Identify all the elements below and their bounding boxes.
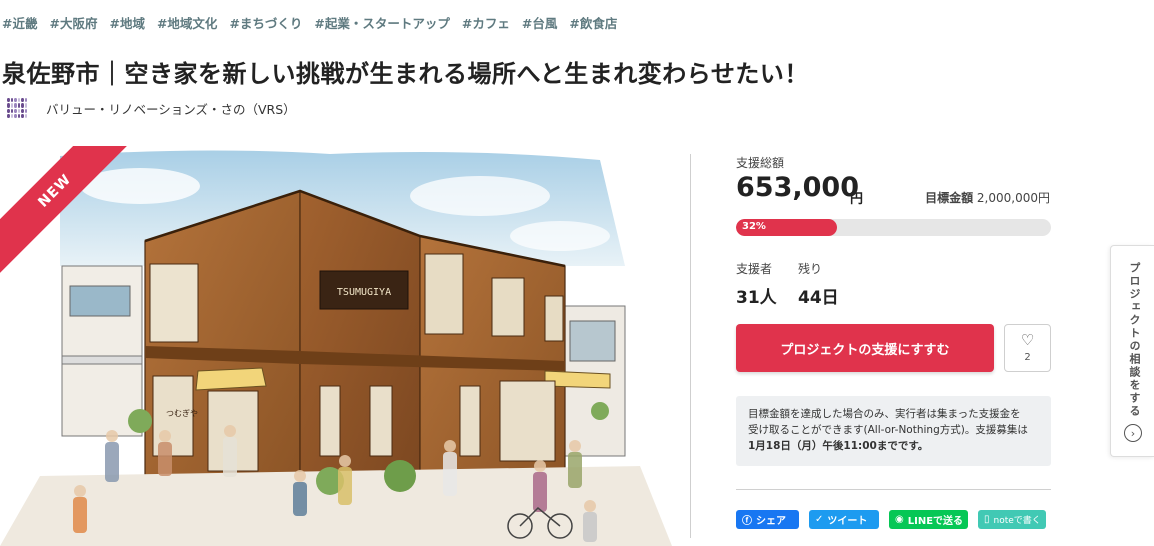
owner-logo-icon xyxy=(5,96,29,120)
remaining-value: 44日 xyxy=(798,288,839,308)
building-illustration: TSUMUGIYA つむぎや xyxy=(0,150,672,546)
note-share-button[interactable]: ▯ noteで書く xyxy=(978,510,1046,529)
facebook-icon: ⓕ xyxy=(742,516,752,527)
remaining-label: 残り xyxy=(798,262,823,276)
goal-amount: 目標金額 2,000,000円 xyxy=(925,189,1050,206)
notice-line: 1月18日（月）午後11:00までです。 xyxy=(748,438,1039,454)
project-owner[interactable]: バリュー・リノベーションズ・さの（VRS） xyxy=(5,96,296,120)
chevron-right-icon: › xyxy=(1124,424,1142,442)
all-or-nothing-notice: 目標金額を達成した場合のみ、実行者は集まった支援金を 受け取ることができます(A… xyxy=(736,396,1051,466)
notice-line: 受け取ることができます(All-or-Nothing方式)。支援募集は xyxy=(748,424,1028,436)
tag-link[interactable]: #まちづくり xyxy=(229,13,302,32)
share-buttons: ⓕ シェア ✓ ツイート ◉ LINEで送る ▯ noteで書く xyxy=(736,510,1046,529)
supporters-stat: 支援者 31人 xyxy=(736,260,777,308)
consult-side-tab[interactable]: プロジェクトの相談をする › xyxy=(1110,245,1154,457)
store-sign-text: TSUMUGIYA xyxy=(337,287,391,298)
line-share-label: LINEで送る xyxy=(907,516,964,527)
facebook-share-button[interactable]: ⓕ シェア xyxy=(736,510,799,529)
favorite-count: 2 xyxy=(1024,352,1031,363)
tag-list: #近畿 #大阪府 #地域 #地域文化 #まちづくり #起業・スタートアップ #カ… xyxy=(2,13,617,32)
supporters-value: 31人 xyxy=(736,288,777,308)
note-icon: ▯ xyxy=(984,514,990,525)
progress-bar: 32% xyxy=(736,219,1051,236)
horizontal-divider xyxy=(736,489,1051,490)
deadline-text: 1月18日（月）午後11:00までです。 xyxy=(748,440,929,452)
facebook-share-label: シェア xyxy=(756,516,786,527)
project-title: 泉佐野市｜空き家を新しい挑戦が生まれる場所へと生まれ変わらせたい！ xyxy=(2,60,809,88)
tag-link[interactable]: #地域 xyxy=(109,13,144,32)
line-share-button[interactable]: ◉ LINEで送る xyxy=(889,510,968,529)
remaining-stat: 残り 44日 xyxy=(798,260,839,308)
heart-icon: ♡ xyxy=(1020,331,1035,349)
tag-link[interactable]: #地域文化 xyxy=(157,13,217,32)
supporters-label: 支援者 xyxy=(736,262,773,276)
project-hero-image: TSUMUGIYA つむぎや NEW xyxy=(0,146,672,546)
tag-link[interactable]: #台風 xyxy=(522,13,557,32)
tag-link[interactable]: #カフェ xyxy=(462,13,510,32)
tag-link[interactable]: #飲食店 xyxy=(569,13,617,32)
vertical-divider xyxy=(690,154,691,538)
twitter-share-button[interactable]: ✓ ツイート xyxy=(809,510,879,529)
tag-link[interactable]: #起業・スタートアップ xyxy=(314,13,449,32)
tag-link[interactable]: #大阪府 xyxy=(49,13,97,32)
consult-tab-label: プロジェクトの相談をする xyxy=(1128,262,1141,418)
note-share-label: noteで書く xyxy=(993,516,1041,526)
twitter-bird-icon: ✓ xyxy=(815,514,824,525)
goal-value: 2,000,000円 xyxy=(976,191,1050,205)
total-amount: 653,000 xyxy=(736,172,859,203)
favorite-button[interactable]: ♡ 2 xyxy=(1004,324,1051,372)
support-project-button[interactable]: プロジェクトの支援にすすむ xyxy=(736,324,994,372)
total-label: 支援総額 xyxy=(736,156,785,170)
goal-label: 目標金額 xyxy=(925,191,974,205)
twitter-share-label: ツイート xyxy=(827,516,868,527)
notice-line: 目標金額を達成した場合のみ、実行者は集まった支援金を xyxy=(748,408,1021,420)
small-sign-text: つむぎや xyxy=(166,408,198,418)
progress-percent: 32% xyxy=(742,221,766,232)
currency-unit: 円 xyxy=(850,192,864,207)
line-icon: ◉ xyxy=(895,514,904,525)
tag-link[interactable]: #近畿 xyxy=(2,13,37,32)
owner-name[interactable]: バリュー・リノベーションズ・さの（VRS） xyxy=(46,99,296,118)
